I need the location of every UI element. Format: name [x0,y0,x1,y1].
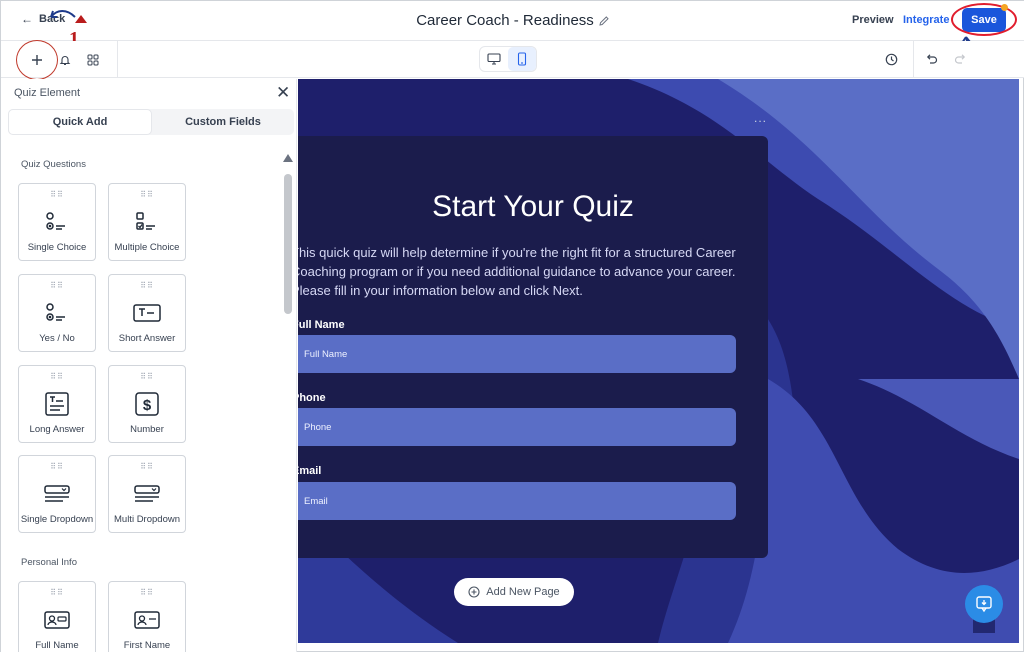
quiz-description: This quick quiz will help determine if y… [298,245,736,298]
element-label: Number [130,424,164,435]
tab-quick-add[interactable]: Quick Add [8,109,152,135]
element-label: Short Answer [118,333,176,344]
drag-handle-icon[interactable]: ⠿⠿ [140,282,154,290]
quiz-form-card[interactable]: Start Your Quiz This quick quiz will hel… [298,136,768,558]
page-title-text[interactable]: Career Coach - Readiness [416,12,594,29]
element-yes-no[interactable]: ⠿⠿ Yes / No [18,274,96,352]
drag-handle-icon[interactable]: ⠿⠿ [50,373,64,381]
element-single-choice[interactable]: ⠿⠿ Single Choice [18,183,96,261]
redo-icon[interactable] [950,50,970,68]
plus-icon[interactable] [27,51,47,69]
id-card-icon [43,606,71,634]
element-label: First Name [123,640,171,651]
short-answer-icon [133,299,161,327]
element-panel: Quiz Element ✕ Quick Add Custom Fields Q… [1,79,297,652]
toolbar-divider [117,41,118,78]
more-options-icon[interactable]: ... [754,111,767,125]
field-label-phone: Phone [298,392,326,404]
element-number[interactable]: ⠿⠿ $ Number [108,365,186,443]
element-single-dropdown[interactable]: ⠿⠿ Single Dropdown [18,455,96,533]
tab-custom-fields[interactable]: Custom Fields [152,109,294,135]
phone-input[interactable] [298,408,736,446]
panel-tabs: Quick Add Custom Fields [8,109,294,135]
field-label-full-name: Full Name [298,319,345,331]
element-multi-dropdown[interactable]: ⠿⠿ Multi Dropdown [108,455,186,533]
full-name-input[interactable] [298,335,736,373]
preview-button[interactable]: Preview [852,14,894,26]
undo-icon[interactable] [921,50,941,68]
element-multiple-choice[interactable]: ⠿⠿ Multiple Choice [108,183,186,261]
element-long-answer[interactable]: ⠿⠿ Long Answer [18,365,96,443]
email-input[interactable] [298,482,736,520]
plus-circle-icon [468,586,480,598]
drag-handle-icon[interactable]: ⠿⠿ [50,589,64,597]
bell-icon[interactable] [56,51,74,69]
panel-header: Quiz Element ✕ [1,79,296,107]
single-choice-icon [45,208,69,236]
mobile-icon [517,52,527,66]
close-icon[interactable]: ✕ [276,83,290,103]
notification-dot [1001,4,1008,11]
panel-scrollbar[interactable] [283,154,293,644]
dropdown-icon [43,480,71,508]
element-first-name[interactable]: ⠿⠿ First Name [108,581,186,652]
chat-feedback-icon [976,596,992,613]
history-icon[interactable] [881,50,901,68]
panel-title: Quiz Element [14,87,81,99]
dollar-icon: $ [134,390,160,418]
svg-text:$: $ [143,397,152,414]
add-new-page-label: Add New Page [486,586,560,598]
section-label-quiz-questions: Quiz Questions [21,159,86,170]
element-label: Single Choice [27,242,87,253]
field-label-email: Email [298,465,322,477]
desktop-view-button[interactable] [480,47,508,71]
element-full-name[interactable]: ⠿⠿ Full Name [18,581,96,652]
element-label: Yes / No [39,333,75,344]
save-button[interactable]: Save [962,8,1006,32]
section-label-personal-info: Personal Info [21,557,77,568]
pencil-icon[interactable] [598,15,610,27]
id-card-icon [133,606,161,634]
toolbar-divider-right [913,41,914,78]
top-bar: ← Back Career Coach - Readiness Preview … [1,1,1024,41]
grid-icon[interactable] [84,51,102,69]
drag-handle-icon[interactable]: ⠿⠿ [140,191,154,199]
drag-handle-icon[interactable]: ⠿⠿ [140,589,154,597]
long-answer-icon [44,390,70,418]
element-label: Multi Dropdown [114,514,180,525]
element-label: Single Dropdown [20,514,94,525]
element-label: Full Name [35,640,79,651]
drag-handle-icon[interactable]: ⠿⠿ [50,463,64,471]
scroll-up-arrow-icon[interactable] [283,154,293,162]
quiz-title: Start Your Quiz [432,190,634,223]
arrow-left-icon: ← [21,12,33,26]
scroll-thumb[interactable] [284,174,292,314]
integrate-button[interactable]: Integrate [903,14,949,26]
feedback-chat-button[interactable] [965,585,1003,623]
builder-canvas[interactable]: ... Start Your Quiz This quick quiz will… [298,79,1019,643]
device-toggle [479,46,537,72]
drag-handle-icon[interactable]: ⠿⠿ [50,282,64,290]
drag-handle-icon[interactable]: ⠿⠿ [50,191,64,199]
app-window: ← Back Career Coach - Readiness Preview … [0,0,1024,652]
yes-no-icon [45,299,69,327]
drag-handle-icon[interactable]: ⠿⠿ [140,463,154,471]
element-label: Long Answer [29,424,85,435]
element-label: Multiple Choice [114,242,180,253]
element-short-answer[interactable]: ⠿⠿ Short Answer [108,274,186,352]
dropdown-icon [133,480,161,508]
multiple-choice-icon [135,208,159,236]
mobile-view-button[interactable] [508,47,536,71]
drag-handle-icon[interactable]: ⠿⠿ [140,373,154,381]
add-new-page-button[interactable]: Add New Page [454,578,574,606]
desktop-icon [487,53,501,65]
